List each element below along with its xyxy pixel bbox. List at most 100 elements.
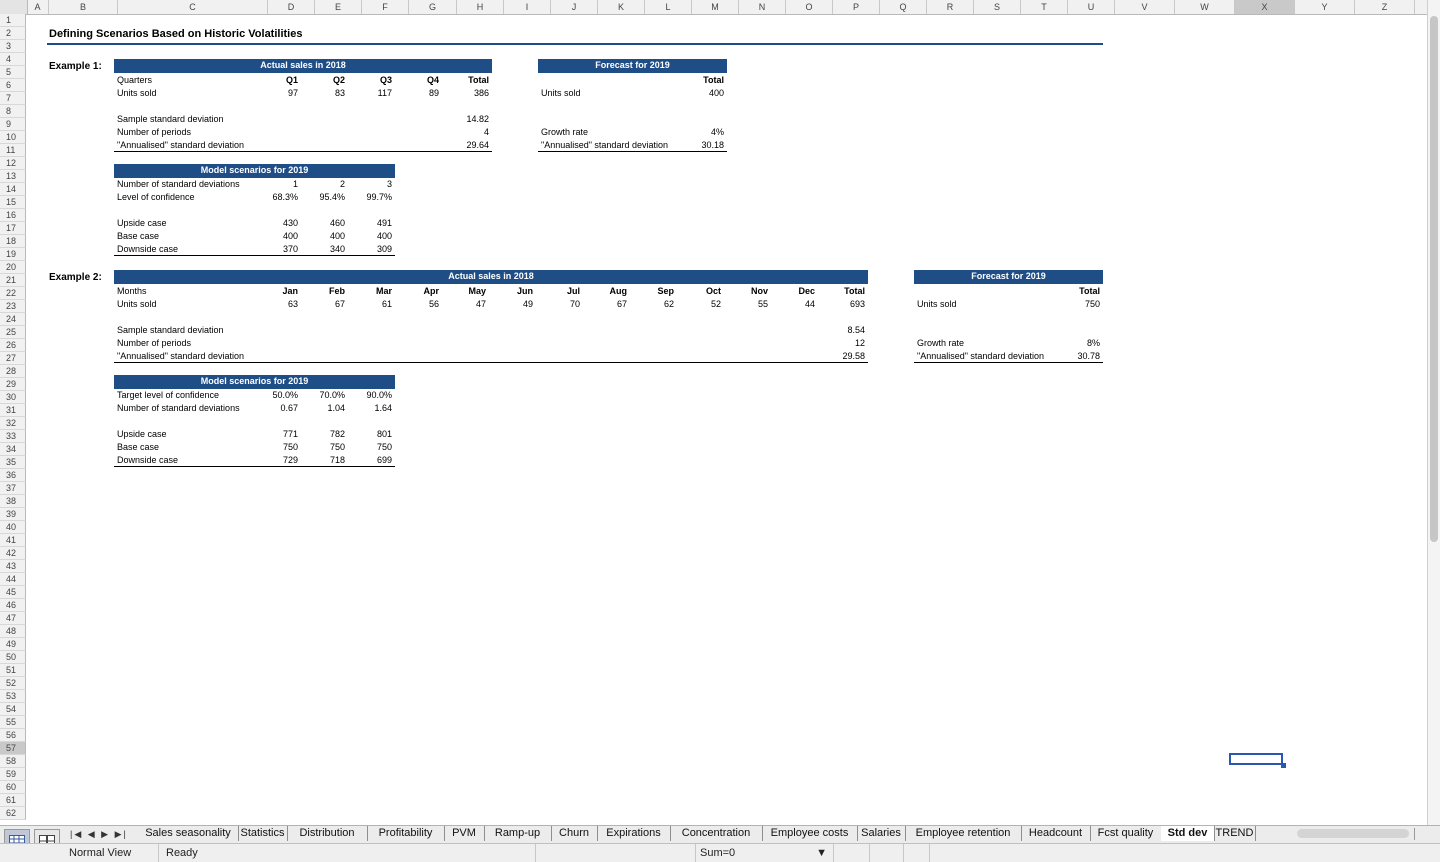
row-header-11[interactable]: 11	[0, 144, 26, 157]
column-header-w[interactable]: W	[1175, 0, 1235, 14]
vertical-scroll-thumb[interactable]	[1430, 16, 1438, 542]
column-header-n[interactable]: N	[739, 0, 786, 14]
row-header-21[interactable]: 21	[0, 274, 26, 287]
sheet-tab-distribution[interactable]: Distribution	[287, 826, 368, 841]
active-cell-selection[interactable]	[1229, 753, 1283, 765]
row-header-50[interactable]: 50	[0, 651, 26, 664]
row-header-5[interactable]: 5	[0, 66, 26, 79]
row-header-53[interactable]: 53	[0, 690, 26, 703]
column-header-v[interactable]: V	[1115, 0, 1175, 14]
row-header-7[interactable]: 7	[0, 92, 26, 105]
column-header-q[interactable]: Q	[880, 0, 927, 14]
row-header-20[interactable]: 20	[0, 261, 26, 274]
sheet-tab-trend[interactable]: TREND	[1214, 826, 1256, 841]
row-header-42[interactable]: 42	[0, 547, 26, 560]
row-header-9[interactable]: 9	[0, 118, 26, 131]
row-header-17[interactable]: 17	[0, 222, 26, 235]
column-header-z[interactable]: Z	[1355, 0, 1415, 14]
row-header-57[interactable]: 57	[0, 742, 26, 755]
column-header-y[interactable]: Y	[1295, 0, 1355, 14]
sheet-tab-sales-seasonality[interactable]: Sales seasonality	[138, 826, 239, 841]
column-header-u[interactable]: U	[1068, 0, 1115, 14]
column-header-o[interactable]: O	[786, 0, 833, 14]
row-header-60[interactable]: 60	[0, 781, 26, 794]
row-header-41[interactable]: 41	[0, 534, 26, 547]
row-header-61[interactable]: 61	[0, 794, 26, 807]
row-header-10[interactable]: 10	[0, 131, 26, 144]
row-header-47[interactable]: 47	[0, 612, 26, 625]
column-header-i[interactable]: I	[504, 0, 551, 14]
row-header-8[interactable]: 8	[0, 105, 26, 118]
row-header-36[interactable]: 36	[0, 469, 26, 482]
row-header-46[interactable]: 46	[0, 599, 26, 612]
row-header-59[interactable]: 59	[0, 768, 26, 781]
sheet-tab-pvm[interactable]: PVM	[444, 826, 485, 841]
column-header-k[interactable]: K	[598, 0, 645, 14]
sheet-tab-salaries[interactable]: Salaries	[857, 826, 906, 841]
column-header-b[interactable]: B	[49, 0, 118, 14]
row-header-33[interactable]: 33	[0, 430, 26, 443]
row-header-34[interactable]: 34	[0, 443, 26, 456]
row-header-38[interactable]: 38	[0, 495, 26, 508]
sum-display[interactable]: Sum=0 ▼	[696, 844, 834, 862]
row-header-45[interactable]: 45	[0, 586, 26, 599]
row-header-19[interactable]: 19	[0, 248, 26, 261]
row-header-13[interactable]: 13	[0, 170, 26, 183]
row-header-6[interactable]: 6	[0, 79, 26, 92]
horizontal-scrollbar[interactable]	[1297, 829, 1409, 838]
sheet-tab-ramp-up[interactable]: Ramp-up	[484, 826, 552, 841]
row-header-2[interactable]: 2	[0, 27, 26, 40]
column-header-r[interactable]: R	[927, 0, 974, 14]
row-header-24[interactable]: 24	[0, 313, 26, 326]
sheet-tab-fcst-quality[interactable]: Fcst quality	[1090, 826, 1162, 841]
column-header-g[interactable]: G	[409, 0, 457, 14]
sheet-tab-concentration[interactable]: Concentration	[670, 826, 763, 841]
row-header-55[interactable]: 55	[0, 716, 26, 729]
column-header-m[interactable]: M	[692, 0, 739, 14]
column-header-s[interactable]: S	[974, 0, 1021, 14]
row-header-48[interactable]: 48	[0, 625, 26, 638]
row-header-29[interactable]: 29	[0, 378, 26, 391]
column-header-a[interactable]: A	[27, 0, 49, 14]
row-header-52[interactable]: 52	[0, 677, 26, 690]
fill-handle[interactable]	[1281, 763, 1286, 768]
row-header-23[interactable]: 23	[0, 300, 26, 313]
row-header-3[interactable]: 3	[0, 40, 26, 53]
row-header-4[interactable]: 4	[0, 53, 26, 66]
row-header-28[interactable]: 28	[0, 365, 26, 378]
row-header-43[interactable]: 43	[0, 560, 26, 573]
column-header-d[interactable]: D	[268, 0, 315, 14]
row-header-56[interactable]: 56	[0, 729, 26, 742]
column-header-x[interactable]: X	[1235, 0, 1295, 14]
column-header-e[interactable]: E	[315, 0, 362, 14]
column-header-c[interactable]: C	[118, 0, 268, 14]
column-header-l[interactable]: L	[645, 0, 692, 14]
sheet-tab-std-dev[interactable]: Std dev	[1161, 826, 1215, 841]
sheet-tab-churn[interactable]: Churn	[551, 826, 598, 841]
row-header-27[interactable]: 27	[0, 352, 26, 365]
sheet-tab-employee-costs[interactable]: Employee costs	[762, 826, 858, 841]
sheet-tab-employee-retention[interactable]: Employee retention	[905, 826, 1022, 841]
column-header-h[interactable]: H	[457, 0, 504, 14]
row-header-58[interactable]: 58	[0, 755, 26, 768]
row-header-35[interactable]: 35	[0, 456, 26, 469]
row-header-44[interactable]: 44	[0, 573, 26, 586]
row-header-16[interactable]: 16	[0, 209, 26, 222]
column-header-t[interactable]: T	[1021, 0, 1068, 14]
row-header-30[interactable]: 30	[0, 391, 26, 404]
sheet-tab-profitability[interactable]: Profitability	[367, 826, 445, 841]
split-handle[interactable]	[1414, 828, 1415, 840]
row-header-49[interactable]: 49	[0, 638, 26, 651]
row-header-39[interactable]: 39	[0, 508, 26, 521]
sheet-navigation-arrows[interactable]: |◀ ◀ ▶ ▶|	[70, 826, 130, 842]
sheet-tab-expirations[interactable]: Expirations	[597, 826, 671, 841]
row-header-62[interactable]: 62	[0, 807, 26, 820]
row-header-31[interactable]: 31	[0, 404, 26, 417]
row-header-12[interactable]: 12	[0, 157, 26, 170]
row-header-15[interactable]: 15	[0, 196, 26, 209]
row-header-25[interactable]: 25	[0, 326, 26, 339]
row-header-18[interactable]: 18	[0, 235, 26, 248]
column-header-p[interactable]: P	[833, 0, 880, 14]
row-header-1[interactable]: 1	[0, 14, 26, 27]
sheet-tab-headcount[interactable]: Headcount	[1021, 826, 1091, 841]
